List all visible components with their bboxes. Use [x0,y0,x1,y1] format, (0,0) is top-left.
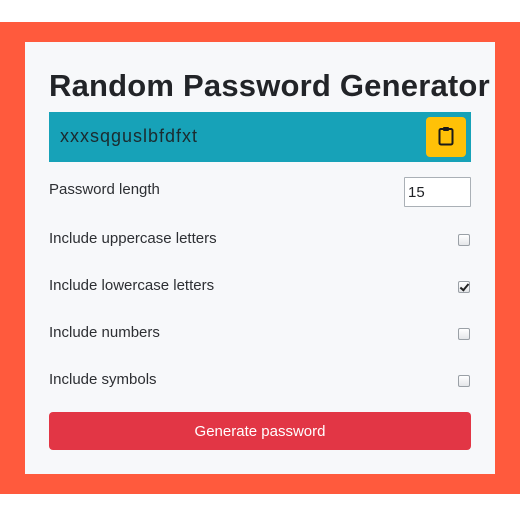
uppercase-checkbox[interactable] [458,234,470,246]
symbols-row: Include symbols [49,365,471,395]
lowercase-checkbox[interactable] [458,281,470,293]
numbers-row: Include numbers [49,318,471,348]
uppercase-label: Include uppercase letters [49,230,217,247]
numbers-checkbox[interactable] [458,328,470,340]
password-display: xxxsqguslbfdfxt [49,112,471,162]
password-length-row: Password length [49,177,471,207]
page-title: Random Password Generator [49,68,490,103]
lowercase-label: Include lowercase letters [49,277,215,294]
symbols-label: Include symbols [49,371,157,388]
password-length-input[interactable] [404,177,471,207]
password-length-label: Password length [49,181,160,198]
generate-password-button[interactable]: Generate password [49,412,471,450]
symbols-checkbox[interactable] [458,375,470,387]
lowercase-row: Include lowercase letters [49,271,471,301]
numbers-label: Include numbers [49,324,160,341]
uppercase-row: Include uppercase letters [49,224,471,254]
generator-card: Random Password Generator xxxsqguslbfdfx… [25,42,495,474]
generated-password[interactable]: xxxsqguslbfdfxt [60,126,198,147]
clipboard-icon [438,126,454,149]
copy-to-clipboard-button[interactable] [426,117,466,157]
